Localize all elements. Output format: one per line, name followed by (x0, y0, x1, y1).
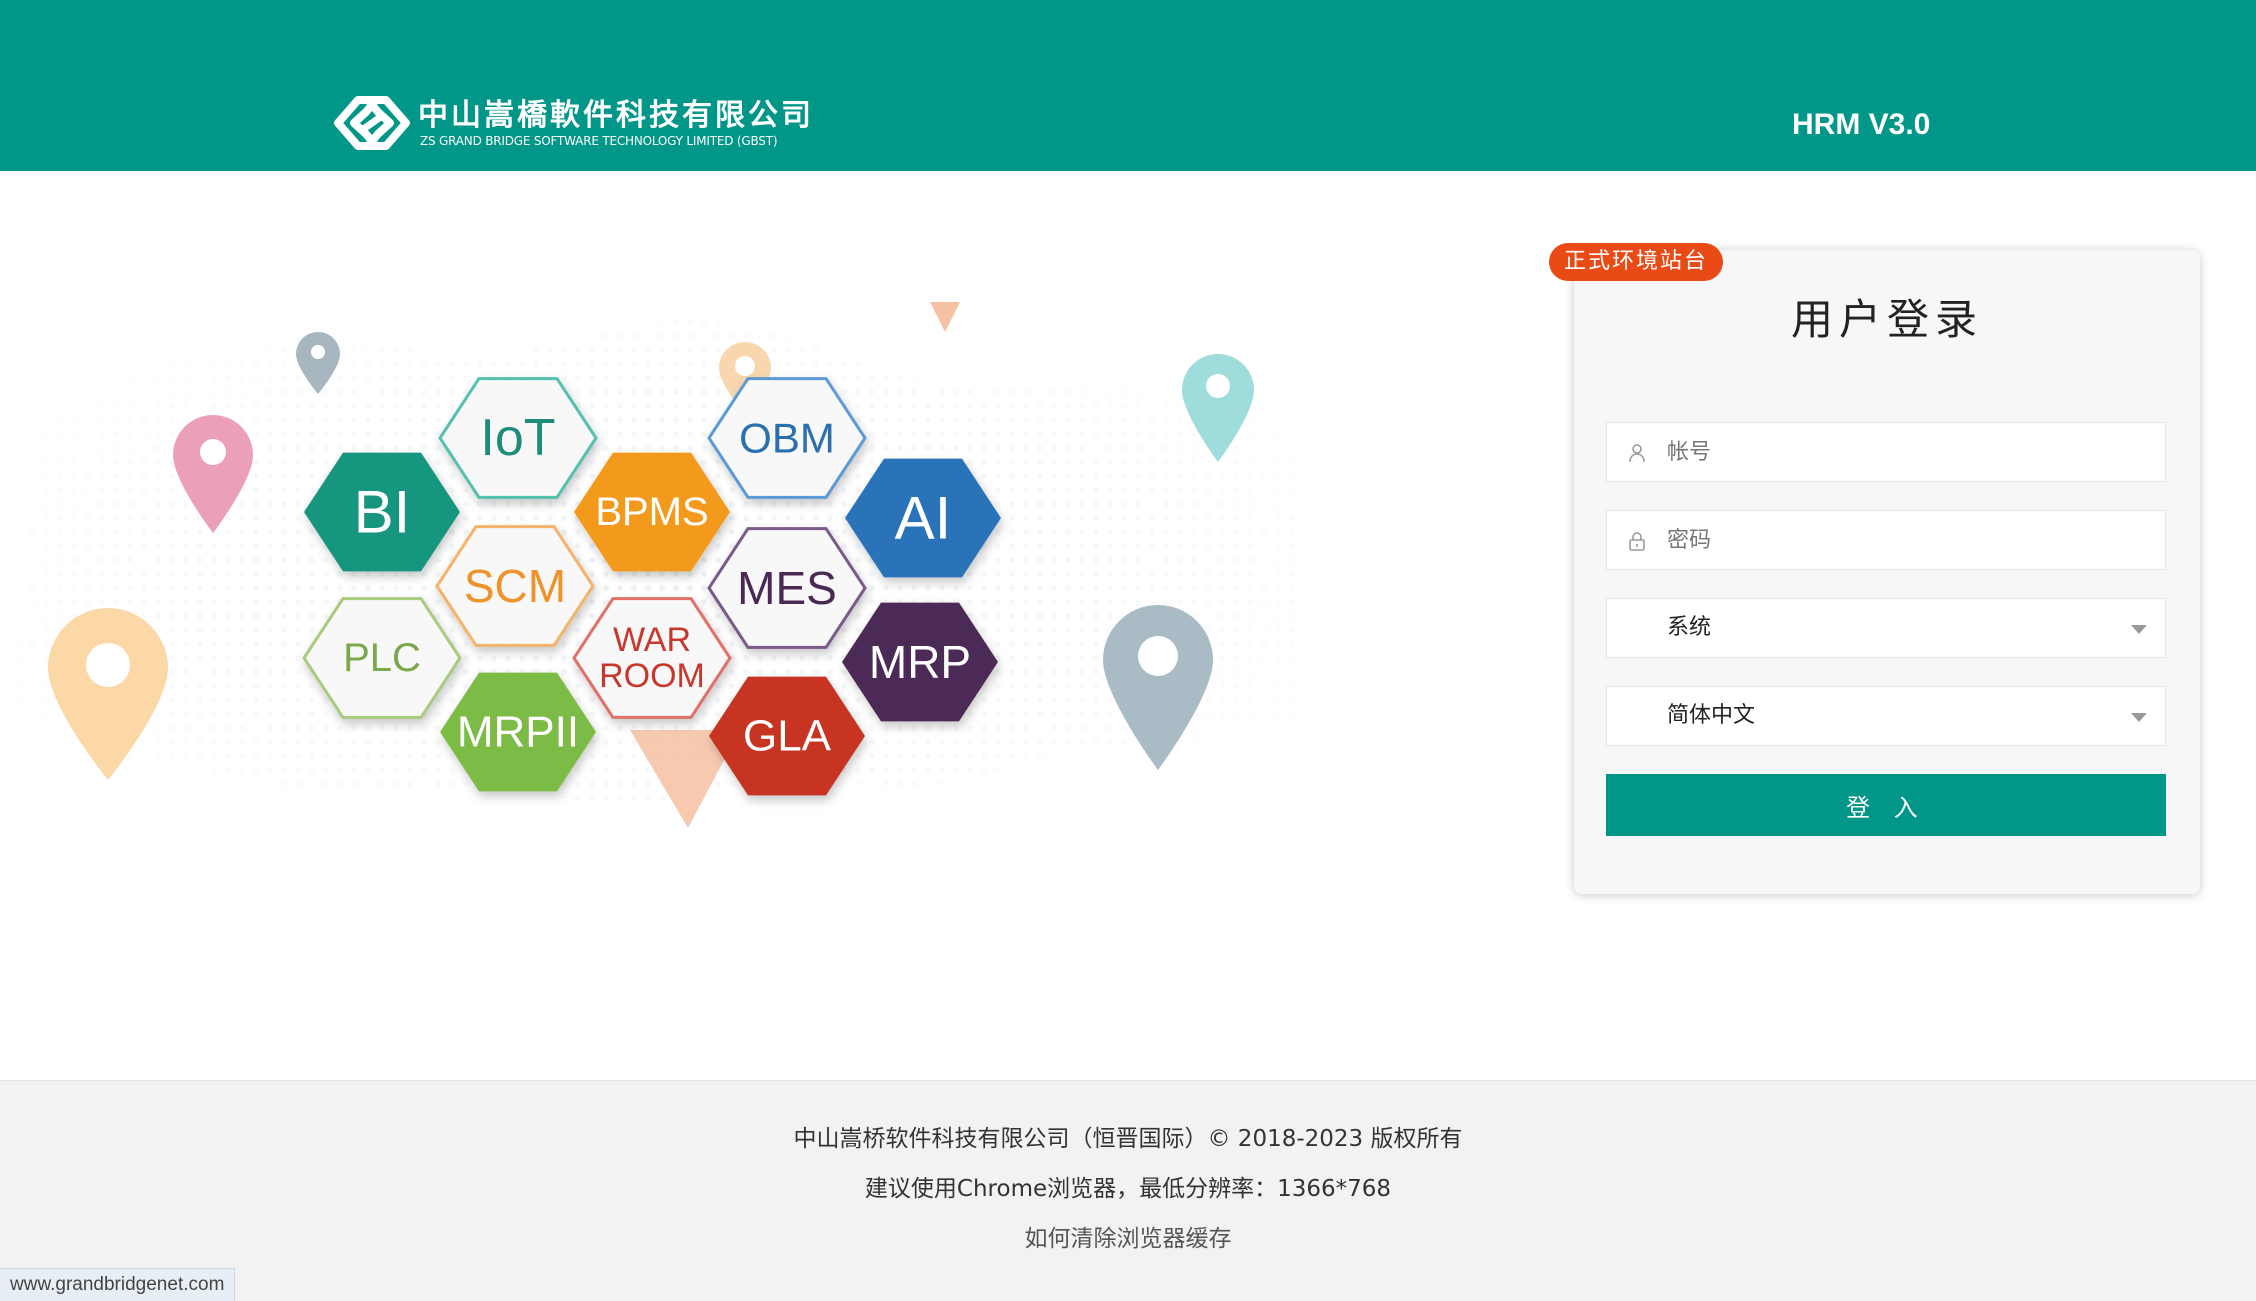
hexagon-label: MES (737, 562, 837, 614)
hexagon-label: PLC (343, 636, 421, 680)
chevron-down-icon (2131, 713, 2147, 722)
clear-cache-link[interactable]: 如何清除浏览器缓存 (1025, 1226, 1232, 1252)
hexagon-label: AI (895, 485, 952, 552)
hexagon-label: SCM (464, 560, 566, 612)
chevron-down-icon (2131, 625, 2147, 634)
hexagon-label: MRPII (457, 708, 579, 757)
hero-graphic: IoT BI BPMS OBM AI SCM MES PLC WARROOM MRP MRPII GL… (10, 302, 1300, 828)
hexagon-label: OBM (739, 415, 835, 462)
salmon-triangle-icon (930, 302, 960, 332)
hexagon-label: ROOM (599, 657, 705, 695)
language-select[interactable]: 简体中文 (1606, 686, 2166, 746)
password-field[interactable] (1606, 510, 2166, 570)
hexagon-label: MRP (869, 636, 971, 688)
gbst-logo-icon (334, 96, 410, 150)
user-icon (1629, 444, 1645, 463)
environment-badge: 正式环境站台 (1549, 243, 1723, 281)
hexagon-label: BPMS (595, 490, 708, 534)
status-bar-url: www.grandbridgenet.com (0, 1268, 236, 1301)
page-footer: 中山嵩桥软件科技有限公司（恒晋国际）© 2018-2023 版权所有 建议使用C… (0, 1080, 2256, 1301)
top-header: 中山嵩橋軟件科技有限公司 ZS GRAND BRIDGE SOFTWARE TE… (0, 0, 2256, 171)
account-field[interactable] (1606, 422, 2166, 482)
company-name-cn: 中山嵩橋軟件科技有限公司 (418, 98, 814, 133)
hexagon-label: IoT (480, 409, 555, 467)
account-input[interactable] (1667, 423, 2147, 481)
hexagon-label: BI (354, 479, 411, 546)
login-title: 用户登录 (1790, 295, 1983, 344)
copyright-text: 中山嵩桥软件科技有限公司（恒晋国际）© 2018-2023 版权所有 (793, 1126, 1463, 1152)
app-version-title: HRM V3.0 (1792, 108, 1931, 141)
hexagon-label: WAR (613, 621, 691, 659)
system-select[interactable]: 系统 (1606, 598, 2166, 658)
language-selected-value: 简体中文 (1667, 703, 1756, 728)
lock-icon (1629, 532, 1645, 551)
hexagon-label: GLA (743, 712, 832, 761)
hero-illustration: IoT BI BPMS OBM AI SCM MES PLC WAR ROOM MRP MRPII GL… (0, 290, 1320, 870)
system-selected-value: 系统 (1667, 615, 1712, 640)
browser-hint-text: 建议使用Chrome浏览器，最低分辨率：1366*768 (864, 1176, 1392, 1202)
login-button[interactable]: 登 入 (1606, 774, 2166, 836)
login-panel: 用户登录 系统 简体中文 登 入 (1574, 250, 2200, 894)
company-logo: 中山嵩橋軟件科技有限公司 ZS GRAND BRIDGE SOFTWARE TE… (332, 86, 811, 158)
company-name-en: ZS GRAND BRIDGE SOFTWARE TECHNOLOGY LIMI… (420, 134, 778, 148)
password-input[interactable] (1667, 511, 2147, 569)
